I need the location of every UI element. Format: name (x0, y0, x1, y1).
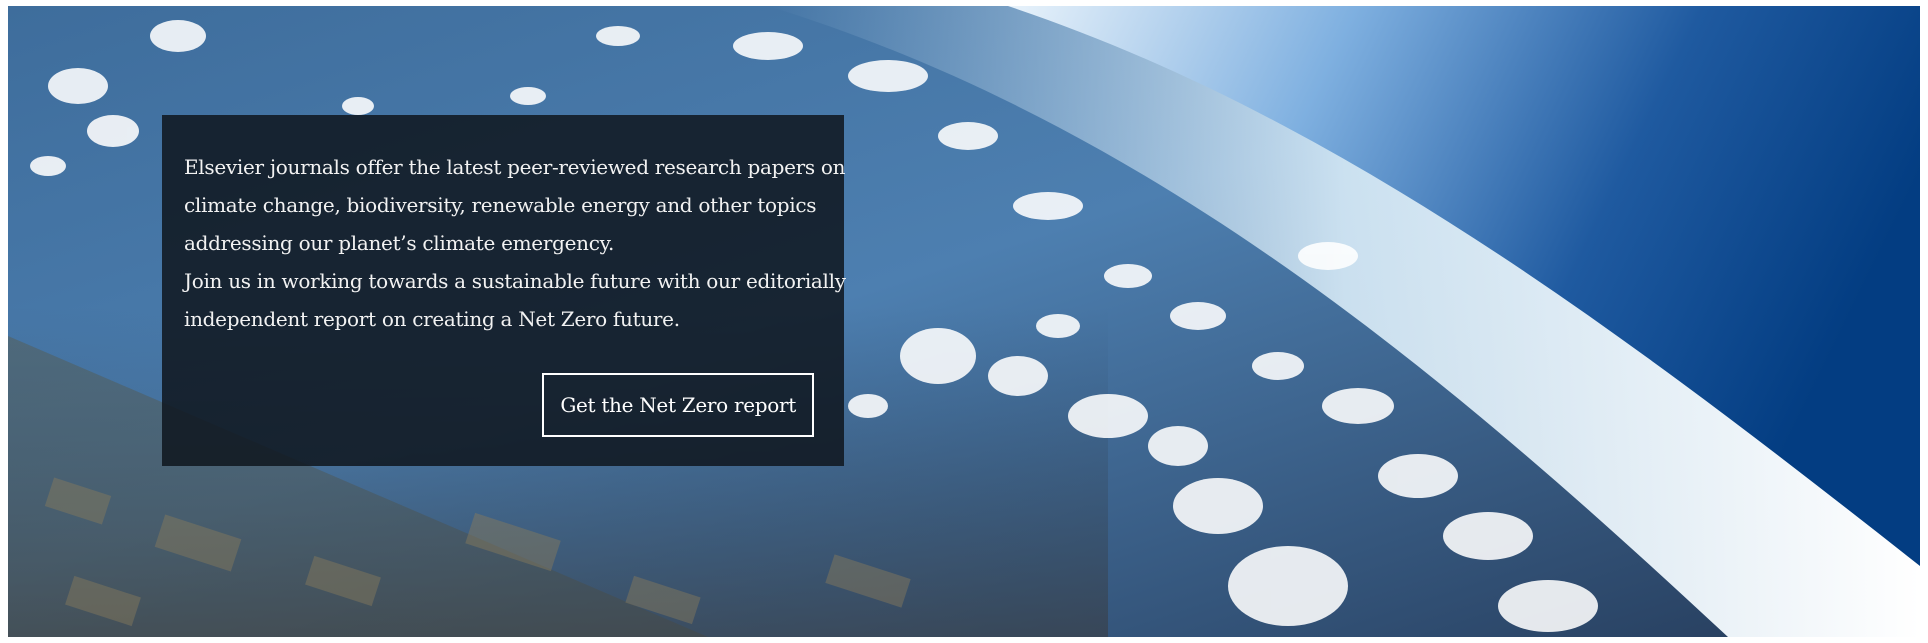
promo-text-line: Join us in working towards a sustainable… (184, 269, 846, 293)
hero-banner: Elsevier journals offer the latest peer-… (8, 6, 1920, 637)
promo-panel: Elsevier journals offer the latest peer-… (162, 115, 846, 466)
promo-description: Elsevier journals offer the latest peer-… (184, 148, 846, 338)
promo-text-line: addressing our planet’s climate emergenc… (184, 231, 615, 255)
promo-text-line: independent report on creating a Net Zer… (184, 307, 680, 331)
promo-text-line: Elsevier journals offer the latest peer-… (184, 155, 846, 179)
promo-text-line: climate change, biodiversity, renewable … (184, 193, 817, 217)
get-net-zero-report-button[interactable]: Get the Net Zero report (542, 373, 814, 437)
